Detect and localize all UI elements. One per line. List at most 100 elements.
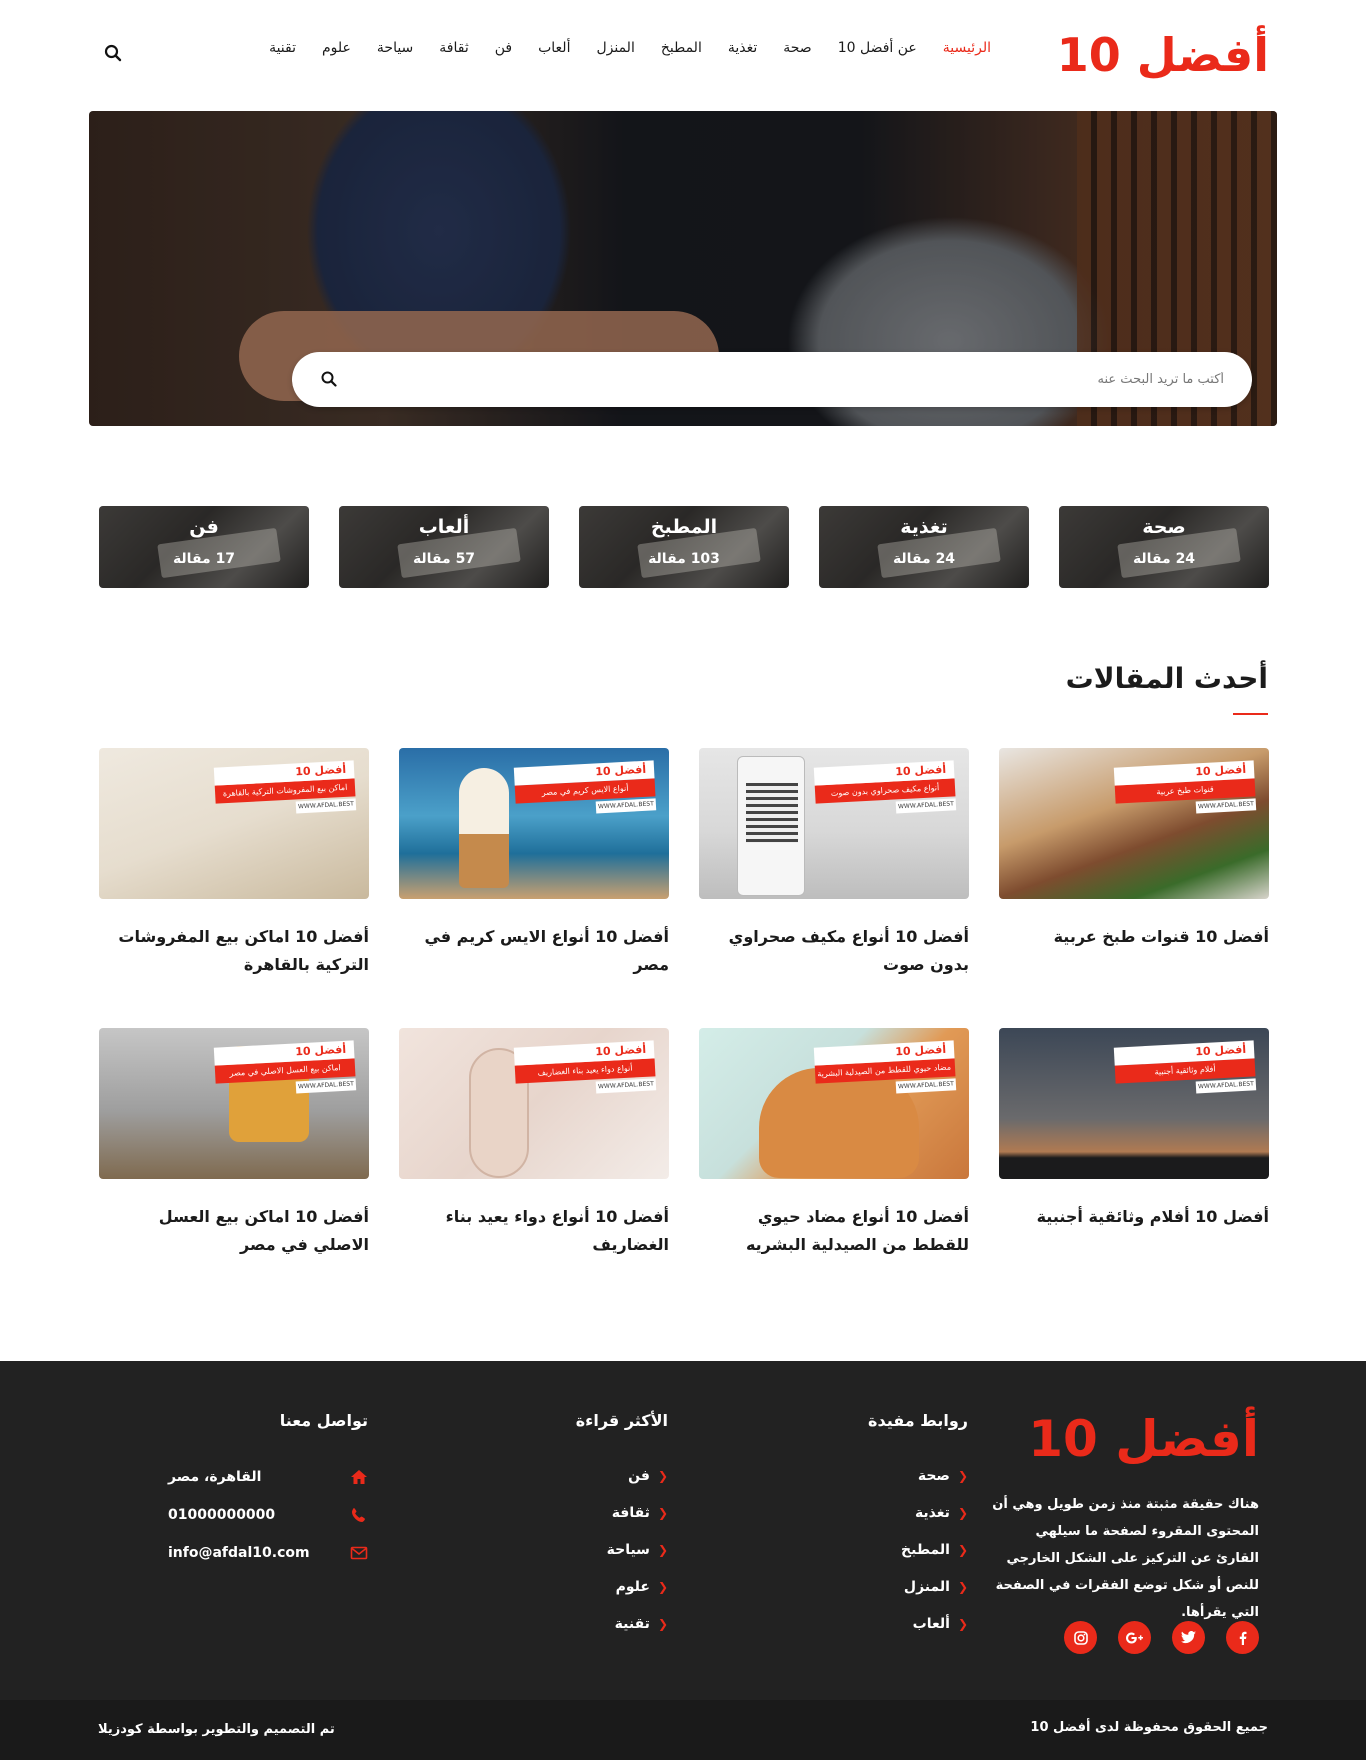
article-thumbnail[interactable]: أفضل 10 أنواع مكيف صحراوي بدون صوت WWW.A… <box>699 748 969 899</box>
category-card-health[interactable]: صحة 24 مقالة <box>1059 506 1269 588</box>
article-thumbnail[interactable]: أفضل 10 أفلام وثائقية أجنبية WWW.AFDAL.B… <box>999 1028 1269 1179</box>
footer-useful-links: روابط مفيدة ❮صحة ❮تغذية ❮المطبخ ❮المنزل … <box>768 1411 968 1643</box>
category-count: 17 مقالة <box>172 551 236 567</box>
nav-item-games[interactable]: ألعاب <box>538 40 570 56</box>
article-card[interactable]: أفضل 10 أفلام وثائقية أجنبية WWW.AFDAL.B… <box>999 1028 1269 1308</box>
article-thumbnail[interactable]: أفضل 10 مضاد حيوي للقطط من الصيدلية البش… <box>699 1028 969 1179</box>
category-count: 57 مقالة <box>412 551 476 567</box>
category-card-nutrition[interactable]: تغذية 24 مقالة <box>819 506 1029 588</box>
nav-item-about[interactable]: عن أفضل 10 <box>838 40 917 56</box>
contact-address: القاهرة، مصر <box>168 1458 368 1496</box>
footer-link[interactable]: ❮المنزل <box>768 1569 968 1606</box>
category-list: صحة 24 مقالة تغذية 24 مقالة المطبخ 103 م… <box>98 506 1269 588</box>
instagram-icon[interactable] <box>1064 1621 1097 1654</box>
article-title[interactable]: أفضل 10 قنوات طبخ عربية <box>999 923 1269 951</box>
thumbnail-label: أفضل 10 قنوات طبخ عربية WWW.AFDAL.BEST <box>1113 760 1257 817</box>
footer-link[interactable]: ❮علوم <box>468 1569 668 1606</box>
twitter-icon[interactable] <box>1172 1621 1205 1654</box>
latest-articles-grid: أفضل 10 قنوات طبخ عربية WWW.AFDAL.BEST أ… <box>98 748 1269 1308</box>
contact-phone[interactable]: 01000000000 <box>168 1496 368 1534</box>
copyright-text: جميع الحقوق محفوظة لدى أفضل 10 <box>1030 1720 1268 1735</box>
chevron-left-icon: ❮ <box>957 1617 968 1631</box>
envelope-icon <box>350 1546 368 1560</box>
category-name: فن <box>189 516 219 538</box>
chevron-left-icon: ❮ <box>657 1469 668 1483</box>
article-thumbnail[interactable]: أفضل 10 اماكن بيع المفروشات التركية بالق… <box>99 748 369 899</box>
nav-item-tourism[interactable]: سياحة <box>377 40 413 56</box>
footer-link[interactable]: ❮ألعاب <box>768 1606 968 1643</box>
hero-search-bar <box>292 352 1252 407</box>
footer-link[interactable]: ❮صحة <box>768 1458 968 1495</box>
nav-item-science[interactable]: علوم <box>322 40 351 56</box>
article-title[interactable]: أفضل 10 أنواع مضاد حيوي للقطط من الصيدلي… <box>699 1203 969 1259</box>
chevron-left-icon: ❮ <box>657 1506 668 1520</box>
footer-link[interactable]: ❮تقنية <box>468 1606 668 1643</box>
footer-logo[interactable]: أفضل 10 <box>1028 1409 1259 1469</box>
hero-banner <box>89 111 1277 426</box>
footer-most-read: الأكثر قراءة ❮فن ❮ثقافة ❮سياحة ❮علوم ❮تق… <box>468 1411 668 1643</box>
thumbnail-label: أفضل 10 مضاد حيوي للقطط من الصيدلية البش… <box>813 1040 957 1097</box>
nav-item-art[interactable]: فن <box>495 40 512 56</box>
home-icon <box>351 1470 367 1484</box>
category-card-games[interactable]: ألعاب 57 مقالة <box>339 506 549 588</box>
category-card-art[interactable]: فن 17 مقالة <box>99 506 309 588</box>
chevron-left-icon: ❮ <box>957 1469 968 1483</box>
developer-credit[interactable]: تم التصميم والتطوير بواسطة كودزيلا <box>98 1722 335 1737</box>
nav-item-culture[interactable]: ثقافة <box>439 40 468 56</box>
thumbnail-label: أفضل 10 أنواع الايس كريم في مصر WWW.AFDA… <box>513 760 657 817</box>
article-title[interactable]: أفضل 10 أنواع مكيف صحراوي بدون صوت <box>699 923 969 979</box>
category-count: 24 مقالة <box>1132 551 1196 567</box>
article-card[interactable]: أفضل 10 مضاد حيوي للقطط من الصيدلية البش… <box>699 1028 969 1308</box>
footer-link[interactable]: ❮فن <box>468 1458 668 1495</box>
chevron-left-icon: ❮ <box>957 1543 968 1557</box>
nav-item-home[interactable]: الرئيسية <box>943 40 991 56</box>
article-card[interactable]: أفضل 10 اماكن بيع العسل الاصلي في مصر WW… <box>99 1028 369 1308</box>
article-title[interactable]: أفضل 10 أفلام وثائقية أجنبية <box>999 1203 1269 1231</box>
article-thumbnail[interactable]: أفضل 10 أنواع دواء يعيد بناء الغضاريف WW… <box>399 1028 669 1179</box>
nav-item-kitchen[interactable]: المطبخ <box>661 40 702 56</box>
article-card[interactable]: أفضل 10 اماكن بيع المفروشات التركية بالق… <box>99 748 369 1028</box>
nav-item-tech[interactable]: تقنية <box>269 40 296 56</box>
article-card[interactable]: أفضل 10 أنواع الايس كريم في مصر WWW.AFDA… <box>399 748 669 1028</box>
footer-link[interactable]: ❮سياحة <box>468 1532 668 1569</box>
footer-contact: تواصل معنا القاهرة، مصر 01000000000 info… <box>168 1411 368 1572</box>
footer-link[interactable]: ❮المطبخ <box>768 1532 968 1569</box>
site-header: أفضل 10 الرئيسية عن أفضل 10 صحة تغذية ال… <box>0 0 1366 110</box>
article-thumbnail[interactable]: أفضل 10 اماكن بيع العسل الاصلي في مصر WW… <box>99 1028 369 1179</box>
chevron-left-icon: ❮ <box>957 1506 968 1520</box>
phone-icon <box>352 1508 365 1522</box>
article-card[interactable]: أفضل 10 أنواع مكيف صحراوي بدون صوت WWW.A… <box>699 748 969 1028</box>
nav-item-nutrition[interactable]: تغذية <box>728 40 757 56</box>
article-card[interactable]: أفضل 10 أنواع دواء يعيد بناء الغضاريف WW… <box>399 1028 669 1308</box>
search-icon[interactable] <box>104 44 122 62</box>
category-card-kitchen[interactable]: المطبخ 103 مقالة <box>579 506 789 588</box>
section-title: أحدث المقالات <box>1065 662 1268 695</box>
google-plus-icon[interactable] <box>1118 1621 1151 1654</box>
chevron-left-icon: ❮ <box>957 1580 968 1594</box>
hero-search-input[interactable] <box>424 352 1224 407</box>
article-thumbnail[interactable]: أفضل 10 قنوات طبخ عربية WWW.AFDAL.BEST <box>999 748 1269 899</box>
nav-item-home-living[interactable]: المنزل <box>596 40 634 56</box>
nav-item-health[interactable]: صحة <box>783 40 811 56</box>
thumbnail-label: أفضل 10 اماكن بيع العسل الاصلي في مصر WW… <box>213 1040 357 1097</box>
chevron-left-icon: ❮ <box>657 1580 668 1594</box>
search-icon[interactable] <box>320 370 338 388</box>
article-title[interactable]: أفضل 10 أنواع الايس كريم في مصر <box>399 923 669 979</box>
category-count: 24 مقالة <box>892 551 956 567</box>
article-thumbnail[interactable]: أفضل 10 أنواع الايس كريم في مصر WWW.AFDA… <box>399 748 669 899</box>
site-logo[interactable]: أفضل 10 <box>1057 25 1270 85</box>
footer-column-title: الأكثر قراءة <box>575 1411 668 1430</box>
category-name: المطبخ <box>650 516 718 538</box>
footer-column-title: تواصل معنا <box>279 1411 368 1430</box>
category-name: تغذية <box>900 516 948 538</box>
footer-column-title: روابط مفيدة <box>868 1411 968 1430</box>
article-title[interactable]: أفضل 10 أنواع دواء يعيد بناء الغضاريف <box>399 1203 669 1259</box>
footer-link[interactable]: ❮ثقافة <box>468 1495 668 1532</box>
footer-link[interactable]: ❮تغذية <box>768 1495 968 1532</box>
social-links <box>1064 1621 1259 1654</box>
article-card[interactable]: أفضل 10 قنوات طبخ عربية WWW.AFDAL.BEST أ… <box>999 748 1269 1028</box>
contact-email[interactable]: info@afdal10.com <box>168 1534 368 1572</box>
article-title[interactable]: أفضل 10 اماكن بيع المفروشات التركية بالق… <box>99 923 369 979</box>
facebook-icon[interactable] <box>1226 1621 1259 1654</box>
article-title[interactable]: أفضل 10 اماكن بيع العسل الاصلي في مصر <box>99 1203 369 1259</box>
